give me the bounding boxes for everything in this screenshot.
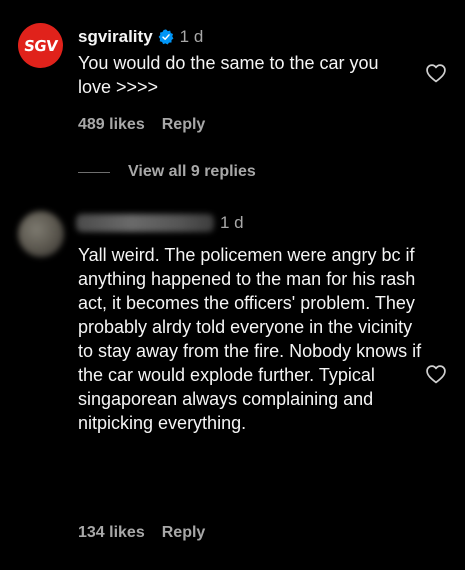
avatar-logo-text: SGV (22, 36, 59, 55)
heart-icon[interactable] (425, 63, 447, 83)
avatar[interactable]: SGV (18, 23, 63, 68)
like-count[interactable]: 134 likes (78, 524, 145, 542)
username[interactable]: sgvirality (78, 27, 153, 47)
comment-text: Yall weird. The policemen were angry bc … (78, 245, 422, 433)
comment-actions: 134 likes Reply (78, 524, 205, 542)
verified-badge-icon (158, 29, 174, 45)
timestamp: 1 d (220, 213, 244, 232)
view-replies-button[interactable]: View all 9 replies (78, 163, 256, 181)
heart-icon[interactable] (425, 364, 447, 384)
reply-button[interactable]: Reply (162, 524, 206, 542)
comment-text: You would do the same to the car you lov… (78, 53, 379, 97)
comment-actions: 489 likes Reply (78, 116, 205, 134)
reply-button[interactable]: Reply (162, 116, 206, 134)
avatar[interactable] (18, 211, 64, 257)
username-redacted (76, 214, 214, 232)
timestamp: 1 d (179, 27, 204, 46)
comment-header: sgvirality 1 d (78, 27, 203, 47)
like-count[interactable]: 489 likes (78, 116, 145, 134)
view-replies-label: View all 9 replies (128, 163, 256, 180)
divider-line (78, 171, 110, 173)
comment-header: 1 d (76, 213, 244, 233)
